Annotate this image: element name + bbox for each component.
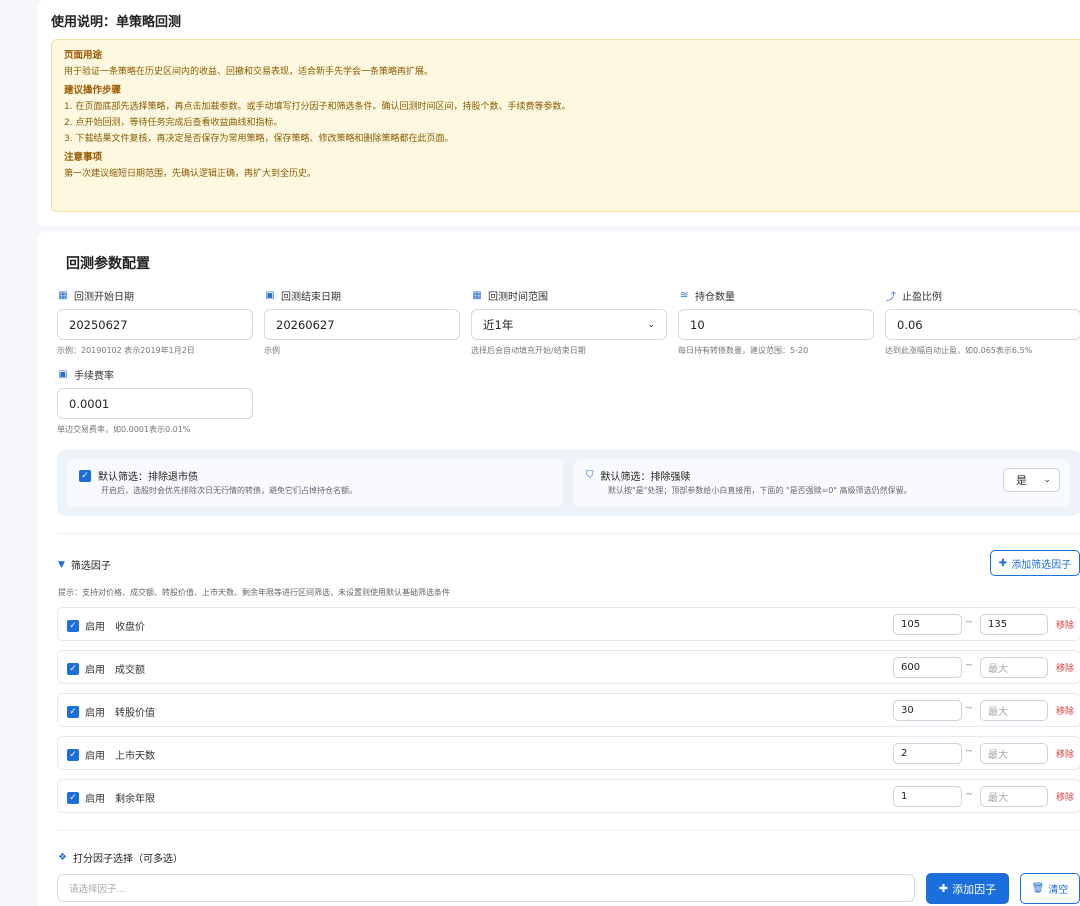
cubes-icon: ❖: [58, 852, 67, 863]
enable-checkbox[interactable]: ✓: [67, 662, 79, 675]
hold-count-input[interactable]: 10: [678, 309, 874, 340]
remove-link[interactable]: 移除: [1056, 747, 1074, 760]
max-input[interactable]: 最大: [980, 743, 1048, 764]
default-delist: ✓ 默认筛选：排除退市债 开启后，选股时会优先排除次日无行情的转债，避免它们占掉持…: [67, 459, 563, 507]
filter-row: ✓ 启用 上市天数 2 ~ 最大 移除: [57, 736, 1080, 770]
enable-checkbox[interactable]: ✓: [67, 791, 79, 804]
add-factor-button[interactable]: ✚ 添加因子: [926, 873, 1009, 904]
divider: [57, 830, 1080, 831]
chart-line-icon: ⤴: [886, 291, 896, 303]
notes-text: 第一次建议缩短日期范围，先确认逻辑正确，再扩大到全历史。: [64, 169, 317, 179]
plus-icon: ✚: [938, 882, 949, 895]
calendar-icon: ▦: [58, 289, 68, 301]
field-take-profit: ⤴ 止盈比例 0.06 达到此涨幅自动止盈，如0.065表示6.5%: [885, 288, 1080, 356]
fee-rate-hint: 单边交易费率，如0.0001表示0.01%: [57, 425, 191, 434]
fee-rate-input[interactable]: 0.0001: [57, 388, 253, 419]
layers-icon: ≋: [679, 289, 689, 301]
left-gutter: [0, 0, 37, 906]
filters-tip: 提示：支持对价格、成交额、转股价值、上市天数、剩余年限等进行区间筛选，未设置则使…: [58, 588, 450, 597]
default-strong-redeem: ⛉ 默认筛选：排除强赎 默认按"是"处理；顶部参数给小白直接用，下面的 "是否强赎…: [574, 459, 1070, 507]
max-input[interactable]: 135: [980, 614, 1048, 635]
filter-row: ✓ 启用 成交额 600 ~ 最大 移除: [57, 650, 1080, 684]
min-input[interactable]: 1: [893, 786, 962, 807]
step-2: 2. 点开始回测，等待任务完成后查看收益曲线和指标。: [64, 118, 283, 128]
usage-title: 使用说明：单策略回测: [51, 15, 182, 30]
min-input[interactable]: 105: [893, 614, 962, 635]
min-input[interactable]: 30: [893, 700, 962, 721]
min-input[interactable]: 2: [893, 743, 962, 764]
delist-desc: 开启后，选股时会优先排除次日无行情的转债，避免它们占掉持仓名额。: [101, 486, 357, 495]
scoring-title: ❖ 打分因子选择（可多选）: [58, 852, 183, 865]
shield-icon: ⛉: [586, 470, 594, 481]
field-hold-count: ≋ 持仓数量 10 每日持有转债数量，建议范围：5-20: [678, 288, 874, 356]
max-input[interactable]: 最大: [980, 700, 1048, 721]
enable-checkbox[interactable]: ✓: [67, 705, 79, 718]
start-date-input[interactable]: 20250627: [57, 309, 253, 340]
config-title: 回测参数配置: [66, 256, 150, 272]
calendar-range-icon: ▦: [472, 289, 482, 301]
steps-heading: 建议操作步骤: [64, 85, 122, 96]
divider: [57, 533, 1080, 534]
remove-link[interactable]: 移除: [1056, 790, 1074, 803]
range-tilde: ~: [965, 746, 974, 757]
trash-icon: 🗑: [1031, 883, 1045, 894]
strong-redeem-select[interactable]: 是 ⌄: [1003, 468, 1060, 492]
min-input[interactable]: 600: [893, 657, 962, 678]
take-profit-hint: 达到此涨幅自动止盈，如0.065表示6.5%: [885, 346, 1033, 355]
remove-link[interactable]: 移除: [1056, 661, 1074, 674]
end-date-input[interactable]: 20260627: [264, 309, 460, 340]
take-profit-input[interactable]: 0.06: [885, 309, 1080, 340]
calendar-check-icon: ▣: [265, 289, 275, 301]
enable-checkbox[interactable]: ✓: [67, 748, 79, 761]
factor-select-input[interactable]: 请选择因子...: [57, 874, 915, 902]
chevron-down-icon: ⌄: [647, 319, 655, 330]
step-1: 1. 在页面底部先选择策略，再点击加载参数。或手动填写打分因子和筛选条件。确认回…: [64, 102, 571, 112]
max-input[interactable]: 最大: [980, 786, 1048, 807]
purpose-text: 用于验证一条策略在历史区间内的收益、回撤和交易表现，适合新手先学会一条策略再扩展…: [64, 67, 434, 77]
remove-link[interactable]: 移除: [1056, 618, 1074, 631]
plus-icon: ✚: [998, 557, 1008, 569]
range-tilde: ~: [965, 660, 974, 671]
range-tilde: ~: [965, 617, 974, 628]
filters-title: ▼ 筛选因子: [58, 559, 111, 573]
hold-count-hint: 每日持有转债数量，建议范围：5-20: [678, 346, 809, 355]
notes-heading: 注意事项: [64, 152, 103, 163]
clear-button[interactable]: 🗑 清空: [1020, 873, 1080, 904]
enable-checkbox[interactable]: ✓: [67, 619, 79, 632]
remove-link[interactable]: 移除: [1056, 704, 1074, 717]
field-start-date: ▦ 回测开始日期 20250627 示例：20190102 表示2019年1月2日: [57, 288, 253, 356]
field-end-date: ▣ 回测结束日期 20260627 示例: [264, 288, 460, 356]
start-date-hint: 示例：20190102 表示2019年1月2日: [57, 346, 195, 355]
filter-icon: ▼: [58, 559, 65, 570]
range-hint: 选择后会自动填充开始/结束日期: [471, 346, 586, 355]
range-tilde: ~: [965, 703, 974, 714]
money-icon: ▣: [58, 368, 68, 380]
usage-notice: 页面用途 用于验证一条策略在历史区间内的收益、回撤和交易表现，适合新手先学会一条…: [51, 39, 1080, 212]
strong-redeem-desc: 默认按"是"处理；顶部参数给小白直接用，下面的 "是否强赎=0" 高级筛选仍然保…: [608, 486, 912, 495]
delist-checkbox[interactable]: ✓: [79, 469, 91, 482]
filter-row: ✓ 启用 转股价值 30 ~ 最大 移除: [57, 693, 1080, 727]
range-tilde: ~: [965, 789, 974, 800]
max-input[interactable]: 最大: [980, 657, 1048, 678]
field-fee-rate: ▣ 手续费率 0.0001 单边交易费率，如0.0001表示0.01%: [57, 367, 253, 435]
filter-row: ✓ 启用 剩余年限 1 ~ 最大 移除: [57, 779, 1080, 813]
range-select[interactable]: 近1年 ⌄: [471, 309, 667, 340]
step-3: 3. 下载结果文件复核，再决定是否保存为常用策略，保存策略、修改策略和删除策略都…: [64, 134, 454, 144]
purpose-heading: 页面用途: [64, 50, 103, 61]
filter-row: ✓ 启用 收盘价 105 ~ 135 移除: [57, 607, 1080, 641]
add-filter-button[interactable]: ✚ 添加筛选因子: [990, 550, 1080, 576]
end-date-hint: 示例: [264, 346, 280, 355]
field-range: ▦ 回测时间范围 近1年 ⌄ 选择后会自动填充开始/结束日期: [471, 288, 667, 356]
chevron-down-icon: ⌄: [1043, 475, 1051, 485]
